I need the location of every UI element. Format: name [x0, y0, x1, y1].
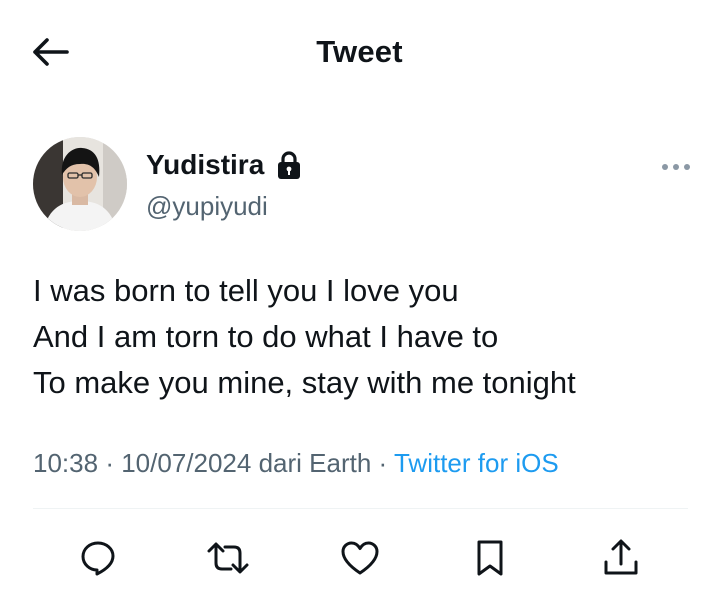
more-options-button[interactable] [656, 154, 696, 180]
like-button[interactable] [338, 536, 382, 580]
reply-button[interactable] [76, 536, 120, 580]
lock-icon [276, 150, 302, 180]
tweet-line: To make you mine, stay with me tonight [33, 365, 576, 400]
author-handle[interactable]: @yupiyudi [146, 191, 268, 222]
tweet-line: And I am torn to do what I have to [33, 319, 499, 354]
top-bar: Tweet [0, 0, 719, 108]
retweet-button[interactable] [206, 536, 250, 580]
retweet-icon [207, 542, 249, 574]
separator-dot: · [105, 448, 114, 478]
separator-dot: · [378, 448, 388, 478]
tweet-line: I was born to tell you I love you [33, 273, 459, 308]
avatar-image [33, 137, 127, 231]
arrow-left-icon [33, 38, 69, 66]
tweet-source-link[interactable]: Twitter for iOS [394, 448, 559, 478]
author-name-text: Yudistira [146, 149, 265, 180]
author-name[interactable]: Yudistira [146, 149, 302, 181]
tweet-actions-bar [0, 530, 719, 586]
share-icon [604, 539, 638, 575]
share-button[interactable] [599, 536, 643, 580]
heart-icon [341, 541, 379, 575]
tweet-time[interactable]: 10:38 [33, 448, 98, 478]
avatar[interactable] [33, 137, 127, 231]
more-horizontal-icon [662, 164, 690, 170]
back-button[interactable] [30, 34, 70, 70]
page-title: Tweet [316, 34, 403, 69]
bookmark-icon [477, 540, 503, 576]
tweet-date-location[interactable]: 10/07/2024 dari Earth [121, 448, 371, 478]
reply-icon [81, 541, 115, 576]
divider [33, 508, 688, 509]
tweet-text: I was born to tell you I love you And I … [33, 268, 693, 406]
bookmark-button[interactable] [468, 536, 512, 580]
tweet-metadata: 10:38 · 10/07/2024 dari Earth · Twitter … [33, 448, 559, 479]
